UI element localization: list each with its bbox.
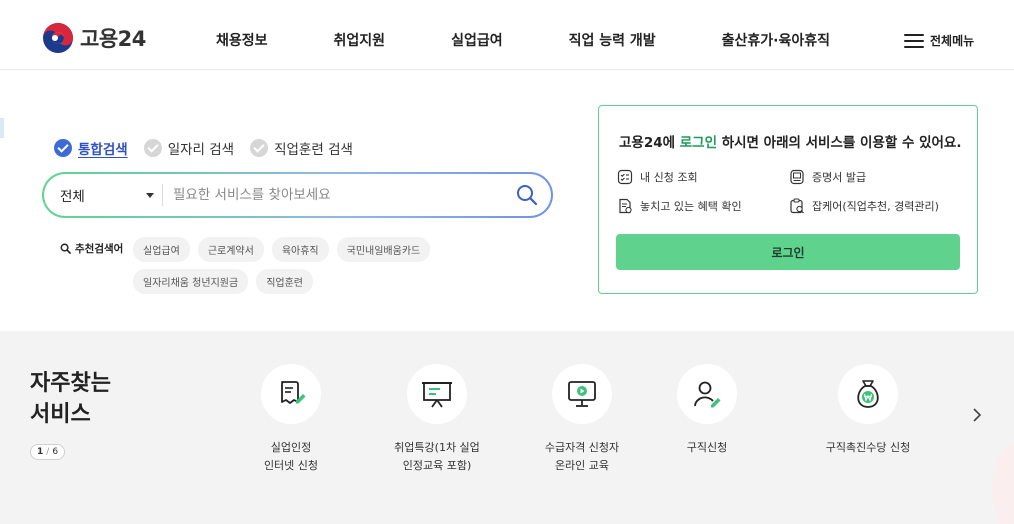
all-menu-button[interactable]: 전체메뉴 <box>904 32 974 49</box>
monitor-play-icon <box>568 381 596 407</box>
presentation-board-icon <box>422 382 452 408</box>
document-pen-icon <box>281 381 306 404</box>
frequent-title-text: 자주찾는 서비스 <box>30 371 111 427</box>
check-circle-icon <box>54 139 72 157</box>
decorative-accent <box>0 118 4 138</box>
search-small-icon <box>60 243 71 254</box>
keyword-chip[interactable]: 국민내일배움카드 <box>336 237 431 262</box>
frequent-services-section: 자주찾는 서비스 1 / 6 실업인정 인터넷 신청 취업특강(1차 실업 인정… <box>0 331 1014 524</box>
service-online-education[interactable]: 수급자격 신청자 온라인 교육 <box>517 364 647 475</box>
check-circle-icon <box>143 139 162 157</box>
service-label: 취업특강(1차 실업 인정교육 포함) <box>394 441 480 472</box>
login-item-label: 내 신청 조회 <box>640 171 698 184</box>
frequent-services-title: 자주찾는 서비스 <box>30 368 150 430</box>
caret-down-icon <box>146 192 154 198</box>
keyword-chip[interactable]: 직업훈련 <box>256 269 313 294</box>
search-type-tabs: 통합검색 일자리 검색 직업훈련 검색 <box>54 138 353 158</box>
certificate-icon <box>790 169 804 185</box>
service-unemployment-recognition[interactable]: 실업인정 인터넷 신청 <box>226 364 356 475</box>
tab-label: 직업훈련 검색 <box>274 142 353 158</box>
service-label: 구직신청 <box>686 441 728 454</box>
login-item-label: 놓치고 있는 혜택 확인 <box>640 200 742 213</box>
service-icon-circle <box>407 364 467 424</box>
nav-parental-leave[interactable]: 출산휴가·육아휴직 <box>722 30 830 50</box>
page-current: 1 <box>37 447 44 457</box>
keyword-chip[interactable]: 실업급여 <box>133 237 190 262</box>
keyword-chip[interactable]: 일자리채움 청년지원금 <box>133 269 249 294</box>
all-menu-label: 전체메뉴 <box>930 34 975 48</box>
search-button[interactable] <box>507 175 547 215</box>
carousel-pager: 1 / 6 <box>30 444 66 460</box>
main-nav: 채용정보 취업지원 실업급여 직업 능력 개발 출산휴가·육아휴직 <box>216 30 830 50</box>
login-button[interactable]: 로그인 <box>616 234 960 270</box>
service-icon-circle <box>838 364 898 424</box>
site-header: 고용24 채용정보 취업지원 실업급여 직업 능력 개발 출산휴가·육아휴직 전… <box>0 0 1014 70</box>
keyword-chip[interactable]: 근로계약서 <box>197 237 264 262</box>
service-label: 실업인정 인터넷 신청 <box>263 441 319 472</box>
search-input[interactable] <box>163 187 507 203</box>
chevron-right-icon <box>973 408 982 422</box>
service-label: 수급자격 신청자 온라인 교육 <box>544 441 620 472</box>
login-item-my-applications[interactable]: 내 신청 조회 <box>617 169 698 185</box>
service-label: 구직촉진수당 신청 <box>825 441 911 454</box>
service-job-application[interactable]: 구직신청 <box>642 364 772 457</box>
clipboard-search-icon <box>790 198 804 214</box>
person-pen-icon <box>694 381 721 408</box>
keyword-chip[interactable]: 육아휴직 <box>271 237 329 262</box>
login-item-label: 잡케어(직업추천, 경력관리) <box>812 200 939 213</box>
benefit-doc-icon <box>619 198 632 214</box>
tab-integrated-search[interactable]: 통합검색 <box>54 138 128 158</box>
service-icon-circle <box>677 364 737 424</box>
login-item-missed-benefits[interactable]: 놓치고 있는 혜택 확인 <box>617 198 742 214</box>
login-item-certificate[interactable]: 증명서 발급 <box>789 169 866 185</box>
tab-job-search[interactable]: 일자리 검색 <box>143 138 235 158</box>
search-box: 전체 <box>42 172 553 218</box>
title-highlight: 로그인 <box>679 135 718 151</box>
logo-text: 고용24 <box>80 27 146 51</box>
search-scope-select[interactable]: 전체 <box>44 185 162 205</box>
tab-label: 일자리 검색 <box>167 142 235 158</box>
page-total: 6 <box>52 447 59 457</box>
nav-job-info[interactable]: 채용정보 <box>216 30 268 50</box>
login-item-jobcare[interactable]: 잡케어(직업추천, 경력관리) <box>789 198 939 214</box>
checklist-icon <box>617 169 633 185</box>
page-separator: / <box>46 447 50 457</box>
recommended-keywords: 실업급여 근로계약서 육아휴직 국민내일배움카드 일자리채움 청년지원금 직업훈… <box>133 237 543 294</box>
title-pre: 고용24에 <box>619 135 680 151</box>
nav-employment-support[interactable]: 취업지원 <box>334 30 386 50</box>
login-panel: 고용24에 로그인 하시면 아래의 서비스를 이용할 수 있어요. 내 신청 조… <box>598 105 978 294</box>
login-item-label: 증명서 발급 <box>812 171 867 184</box>
service-icon-circle <box>552 364 612 424</box>
service-employment-lecture[interactable]: 취업특강(1차 실업 인정교육 포함) <box>372 364 502 475</box>
nav-vocational-training[interactable]: 직업 능력 개발 <box>569 30 656 50</box>
site-logo[interactable]: 고용24 <box>42 22 146 54</box>
recommended-keywords-label: 추천검색어 <box>60 241 123 256</box>
nav-unemployment-benefit[interactable]: 실업급여 <box>451 30 503 50</box>
carousel-next-button[interactable] <box>966 404 988 426</box>
money-bag-icon <box>857 380 879 408</box>
search-scope-value: 전체 <box>60 189 85 205</box>
title-post: 하시면 아래의 서비스를 이용할 수 있어요. <box>717 135 962 151</box>
service-icon-circle <box>261 364 321 424</box>
service-job-seeking-allowance[interactable]: 구직촉진수당 신청 <box>803 364 933 457</box>
recommended-label-text: 추천검색어 <box>75 243 124 255</box>
tab-label: 통합검색 <box>78 142 128 158</box>
tab-training-search[interactable]: 직업훈련 검색 <box>250 138 353 158</box>
search-box-inner: 전체 <box>44 174 551 216</box>
hamburger-icon <box>904 33 924 48</box>
search-icon <box>517 185 538 206</box>
check-circle-icon <box>250 139 269 157</box>
login-panel-title: 고용24에 로그인 하시면 아래의 서비스를 이용할 수 있어요. <box>619 131 961 151</box>
taegeuk-logo-icon <box>43 23 73 53</box>
